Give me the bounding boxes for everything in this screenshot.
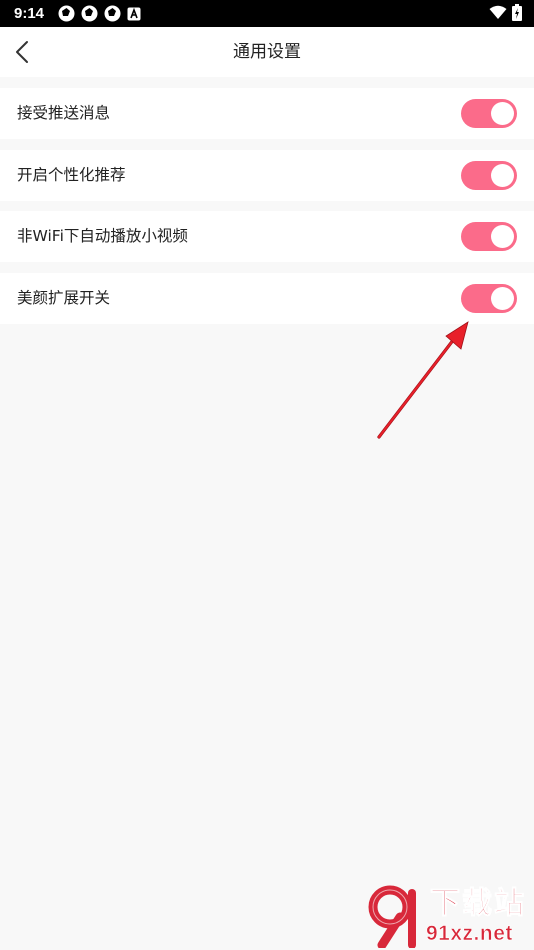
status-notification-icons (58, 5, 147, 22)
setting-row-autoplay-video: 非WiFi下自动播放小视频 (0, 211, 534, 262)
a-box-icon (127, 7, 141, 20)
annotation-arrow (377, 321, 469, 439)
beauty-extension-toggle[interactable] (461, 284, 517, 313)
push-messages-toggle[interactable] (461, 99, 517, 128)
toggle-knob (491, 164, 514, 187)
aperture-icon (104, 5, 121, 22)
wifi-icon (489, 5, 507, 19)
top-bar: 通用设置 (0, 27, 534, 77)
setting-label: 非WiFi下自动播放小视频 (17, 227, 188, 245)
toggle-knob (491, 225, 514, 248)
watermark-title: 下载站 (430, 886, 526, 922)
toggle-knob (491, 102, 514, 125)
toggle-knob (491, 287, 514, 310)
personalized-recommend-toggle[interactable] (461, 161, 517, 190)
status-system-icons (484, 4, 522, 21)
page-title: 通用设置 (233, 42, 301, 62)
setting-label: 开启个性化推荐 (17, 166, 126, 184)
setting-label: 接受推送消息 (17, 104, 111, 122)
setting-row-personalized-recommend: 开启个性化推荐 (0, 150, 534, 201)
watermark-logo (368, 885, 416, 948)
battery-charging-icon (512, 4, 522, 21)
setting-row-push-messages: 接受推送消息 (0, 88, 534, 139)
autoplay-video-toggle[interactable] (461, 222, 517, 251)
aperture-icon (81, 5, 98, 22)
watermark: 下载站 91xz.net (364, 885, 532, 948)
status-time: 9:14 (14, 5, 45, 22)
watermark-domain: 91xz.net (426, 922, 513, 946)
status-bar: 9:14 (0, 0, 534, 27)
setting-label: 美颜扩展开关 (17, 289, 111, 307)
setting-row-beauty-extension: 美颜扩展开关 (0, 273, 534, 324)
aperture-icon (58, 5, 75, 22)
